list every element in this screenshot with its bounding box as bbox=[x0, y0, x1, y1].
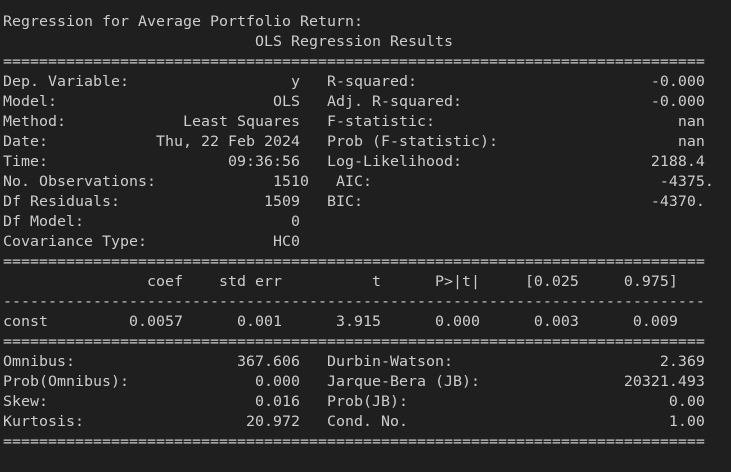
double-rule: ========================================… bbox=[3, 434, 705, 450]
double-rule: ========================================… bbox=[3, 334, 705, 350]
summary-title: OLS Regression Results bbox=[3, 34, 705, 50]
diagnostic-row: Prob(Omnibus): 0.000 Jarque-Bera (JB): 2… bbox=[3, 374, 705, 390]
header-row: Covariance Type: HC0 bbox=[3, 234, 705, 250]
double-rule: ========================================… bbox=[3, 254, 705, 270]
header-row: Model: OLS Adj. R-squared: -0.000 bbox=[3, 94, 705, 110]
diagnostic-row: Kurtosis: 20.972 Cond. No. 1.00 bbox=[3, 414, 705, 430]
diagnostic-row: Skew: 0.016 Prob(JB): 0.00 bbox=[3, 394, 705, 410]
header-row: Date: Thu, 22 Feb 2024 Prob (F-statistic… bbox=[3, 134, 705, 150]
notebook-output: Regression for Average Portfolio Return:… bbox=[0, 0, 731, 472]
diagnostic-row: Omnibus: 367.606 Durbin-Watson: 2.369 bbox=[3, 354, 705, 370]
coef-row: const 0.0057 0.001 3.915 0.000 0.003 0.0… bbox=[3, 314, 678, 330]
header-row: Time: 09:36:56 Log-Likelihood: 2188.4 bbox=[3, 154, 705, 170]
header-row: Method: Least Squares F-statistic: nan bbox=[3, 114, 705, 130]
header-row: Df Residuals: 1509 BIC: -4370. bbox=[3, 194, 705, 210]
output-heading: Regression for Average Portfolio Return: bbox=[3, 14, 363, 30]
single-rule: ----------------------------------------… bbox=[3, 294, 705, 310]
header-row: No. Observations: 1510 AIC: -4375. bbox=[3, 174, 714, 190]
coef-header: coef std err t P>|t| [0.025 0.975] bbox=[3, 274, 678, 290]
header-row: Df Model: 0 bbox=[3, 214, 705, 230]
header-row: Dep. Variable: y R-squared: -0.000 bbox=[3, 74, 705, 90]
double-rule: ========================================… bbox=[3, 54, 705, 70]
